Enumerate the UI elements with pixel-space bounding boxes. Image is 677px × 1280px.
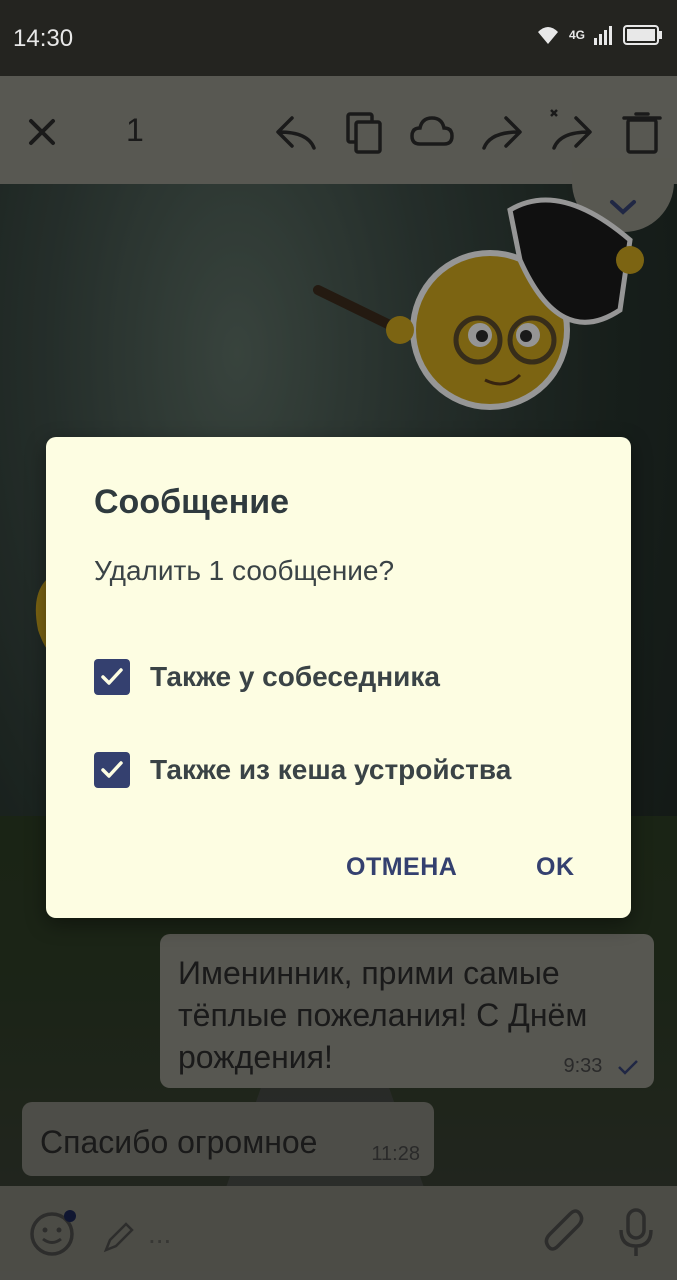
wifi-icon <box>537 27 558 44</box>
delete-message-dialog: Сообщение Удалить 1 сообщение? Также у с… <box>46 437 631 918</box>
delete-for-recipient-checkbox[interactable] <box>94 659 130 695</box>
status-icons: 4G <box>535 24 663 46</box>
battery-icon <box>623 25 662 45</box>
status-bar: 14:30 4G <box>0 0 677 76</box>
network-type-label: 4G <box>568 28 585 42</box>
ok-button[interactable]: OK <box>536 853 575 882</box>
delete-from-cache-label: Также из кеша устройства <box>150 754 512 785</box>
checkmark-icon <box>101 761 123 778</box>
delete-from-cache-checkbox[interactable] <box>94 752 130 788</box>
cancel-button[interactable]: ОТМЕНА <box>346 853 457 882</box>
checkmark-icon <box>101 668 123 685</box>
dialog-title: Сообщение <box>94 483 290 521</box>
status-time: 14:30 <box>13 25 74 52</box>
delete-for-recipient-label: Также у собеседника <box>150 661 440 692</box>
delete-for-recipient-option[interactable]: Также у собеседника <box>94 659 440 695</box>
delete-from-cache-option[interactable]: Также из кеша устройства <box>94 752 511 788</box>
dialog-message: Удалить 1 сообщение? <box>94 555 395 586</box>
signal-icon <box>594 26 612 45</box>
